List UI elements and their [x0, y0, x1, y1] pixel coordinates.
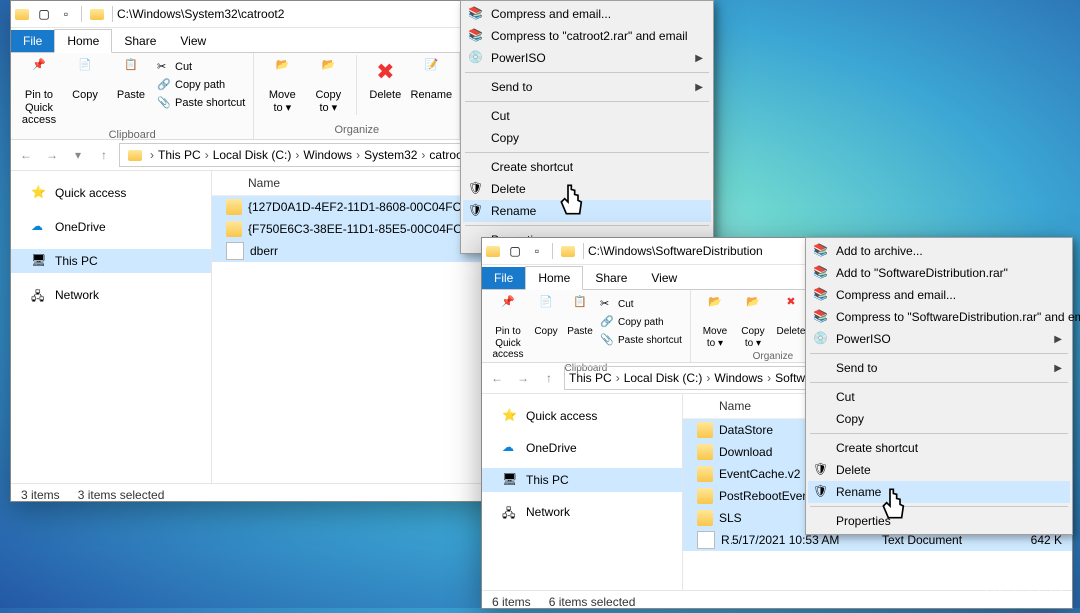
ctx-send-to[interactable]: Send to▶: [463, 76, 711, 98]
tab-view[interactable]: View: [168, 30, 218, 52]
properties-icon[interactable]: ▢: [36, 6, 52, 22]
nav-network[interactable]: 🖧Network: [482, 500, 682, 524]
ctx-delete[interactable]: 🛡Delete: [808, 459, 1070, 481]
nav-this-pc[interactable]: 🖥This PC: [482, 468, 682, 492]
tab-file[interactable]: File: [11, 30, 54, 52]
nav-pane: ⭐Quick access ☁OneDrive 🖥This PC 🖧Networ…: [482, 394, 683, 590]
status-selected: 3 items selected: [78, 488, 165, 502]
status-selected: 6 items selected: [549, 595, 636, 609]
copy-path-button[interactable]: 🔗Copy path: [598, 314, 684, 330]
delete-button[interactable]: ✖Delete: [773, 292, 809, 338]
nav-network[interactable]: 🖧Network: [11, 283, 211, 307]
nav-forward-button[interactable]: →: [41, 144, 63, 166]
ctx-poweriso[interactable]: 💿PowerISO▶: [463, 47, 711, 69]
context-menu: 📚Compress and email... 📚Compress to "cat…: [460, 0, 714, 254]
window-title: C:\Windows\System32\catroot2: [117, 7, 284, 21]
cut-button[interactable]: ✂Cut: [155, 59, 247, 75]
nav-back-button[interactable]: ←: [15, 144, 37, 166]
copy-to-button[interactable]: 📂Copy to ▾: [306, 55, 350, 114]
breadcrumb-seg[interactable]: Windows: [303, 148, 352, 162]
ctx-rename[interactable]: 🛡Rename: [808, 481, 1070, 503]
breadcrumb-seg[interactable]: This PC: [158, 148, 201, 162]
nav-back-button[interactable]: ←: [486, 367, 508, 389]
move-to-button[interactable]: 📂Move to ▾: [260, 55, 304, 114]
ctx-compress-email[interactable]: 📚Compress and email...: [463, 3, 711, 25]
context-menu: 📚Add to archive... 📚Add to "SoftwareDist…: [805, 237, 1073, 535]
folder-icon: [14, 6, 30, 22]
nav-pane: ⭐Quick access ☁OneDrive 🖥This PC 🖧Networ…: [11, 171, 212, 483]
window-title: C:\Windows\SoftwareDistribution: [588, 244, 763, 258]
cut-button[interactable]: ✂Cut: [598, 296, 684, 312]
nav-up-button[interactable]: ↑: [93, 144, 115, 166]
nav-up-button[interactable]: ↑: [538, 367, 560, 389]
status-count: 3 items: [21, 488, 60, 502]
ctx-add-archive[interactable]: 📚Add to archive...: [808, 240, 1070, 262]
group-label-clipboard: Clipboard: [17, 127, 247, 144]
ctx-send-to[interactable]: Send to▶: [808, 357, 1070, 379]
ctx-cut[interactable]: Cut: [808, 386, 1070, 408]
pin-quick-access-button[interactable]: 📌Pin to Quick access: [17, 55, 61, 127]
properties-icon[interactable]: ▢: [507, 243, 523, 259]
ctx-compress-named-email[interactable]: 📚Compress to "catroot2.rar" and email: [463, 25, 711, 47]
ctx-properties[interactable]: Properties: [808, 510, 1070, 532]
folder-icon: [560, 243, 576, 259]
ctx-cut[interactable]: Cut: [463, 105, 711, 127]
group-label-organize: Organize: [260, 122, 453, 139]
watermark: UGETFIX: [985, 584, 1068, 602]
nav-quick-access[interactable]: ⭐Quick access: [482, 404, 682, 428]
ctx-copy[interactable]: Copy: [463, 127, 711, 149]
tab-home[interactable]: Home: [54, 29, 112, 53]
paste-button[interactable]: 📋Paste: [109, 55, 153, 102]
paste-button[interactable]: 📋Paste: [564, 292, 596, 338]
nav-quick-access[interactable]: ⭐Quick access: [11, 181, 211, 205]
rename-button[interactable]: 📝Rename: [409, 55, 453, 102]
copy-path-button[interactable]: 🔗Copy path: [155, 77, 247, 93]
ctx-compress-named-email[interactable]: 📚Compress to "SoftwareDistribution.rar" …: [808, 306, 1070, 328]
status-count: 6 items: [492, 595, 531, 609]
pin-quick-access-button[interactable]: 📌Pin to Quick access: [488, 292, 528, 361]
folder-icon: [89, 6, 105, 22]
ctx-rename[interactable]: 🛡Rename: [463, 200, 711, 222]
copy-button[interactable]: 📄Copy: [530, 292, 562, 338]
copy-button[interactable]: 📄Copy: [63, 55, 107, 102]
copy-to-button[interactable]: 📂Copy to ▾: [735, 292, 771, 349]
ctx-create-shortcut[interactable]: Create shortcut: [808, 437, 1070, 459]
breadcrumb-seg[interactable]: Local Disk (C:): [213, 148, 292, 162]
tab-share[interactable]: Share: [583, 267, 639, 289]
tab-share[interactable]: Share: [112, 30, 168, 52]
tab-file[interactable]: File: [482, 267, 525, 289]
folder-icon: [485, 243, 501, 259]
ctx-compress-email[interactable]: 📚Compress and email...: [808, 284, 1070, 306]
nav-this-pc[interactable]: 🖥This PC: [11, 249, 211, 273]
nav-history-button[interactable]: ▾: [67, 144, 89, 166]
ctx-poweriso[interactable]: 💿PowerISO▶: [808, 328, 1070, 350]
new-folder-quick-icon[interactable]: ▫: [529, 243, 545, 259]
ctx-delete[interactable]: 🛡Delete: [463, 178, 711, 200]
breadcrumb-seg[interactable]: System32: [364, 148, 417, 162]
nav-onedrive[interactable]: ☁OneDrive: [482, 436, 682, 460]
new-folder-quick-icon[interactable]: ▫: [58, 6, 74, 22]
tab-view[interactable]: View: [639, 267, 689, 289]
nav-onedrive[interactable]: ☁OneDrive: [11, 215, 211, 239]
nav-forward-button[interactable]: →: [512, 367, 534, 389]
ctx-create-shortcut[interactable]: Create shortcut: [463, 156, 711, 178]
move-to-button[interactable]: 📂Move to ▾: [697, 292, 733, 349]
status-bar: 6 items 6 items selected: [482, 590, 1072, 613]
tab-home[interactable]: Home: [525, 266, 583, 290]
paste-shortcut-button[interactable]: 📎Paste shortcut: [598, 332, 684, 348]
ctx-add-named-archive[interactable]: 📚Add to "SoftwareDistribution.rar": [808, 262, 1070, 284]
delete-button[interactable]: ✖Delete: [363, 55, 407, 102]
ctx-copy[interactable]: Copy: [808, 408, 1070, 430]
paste-shortcut-button[interactable]: 📎Paste shortcut: [155, 95, 247, 111]
